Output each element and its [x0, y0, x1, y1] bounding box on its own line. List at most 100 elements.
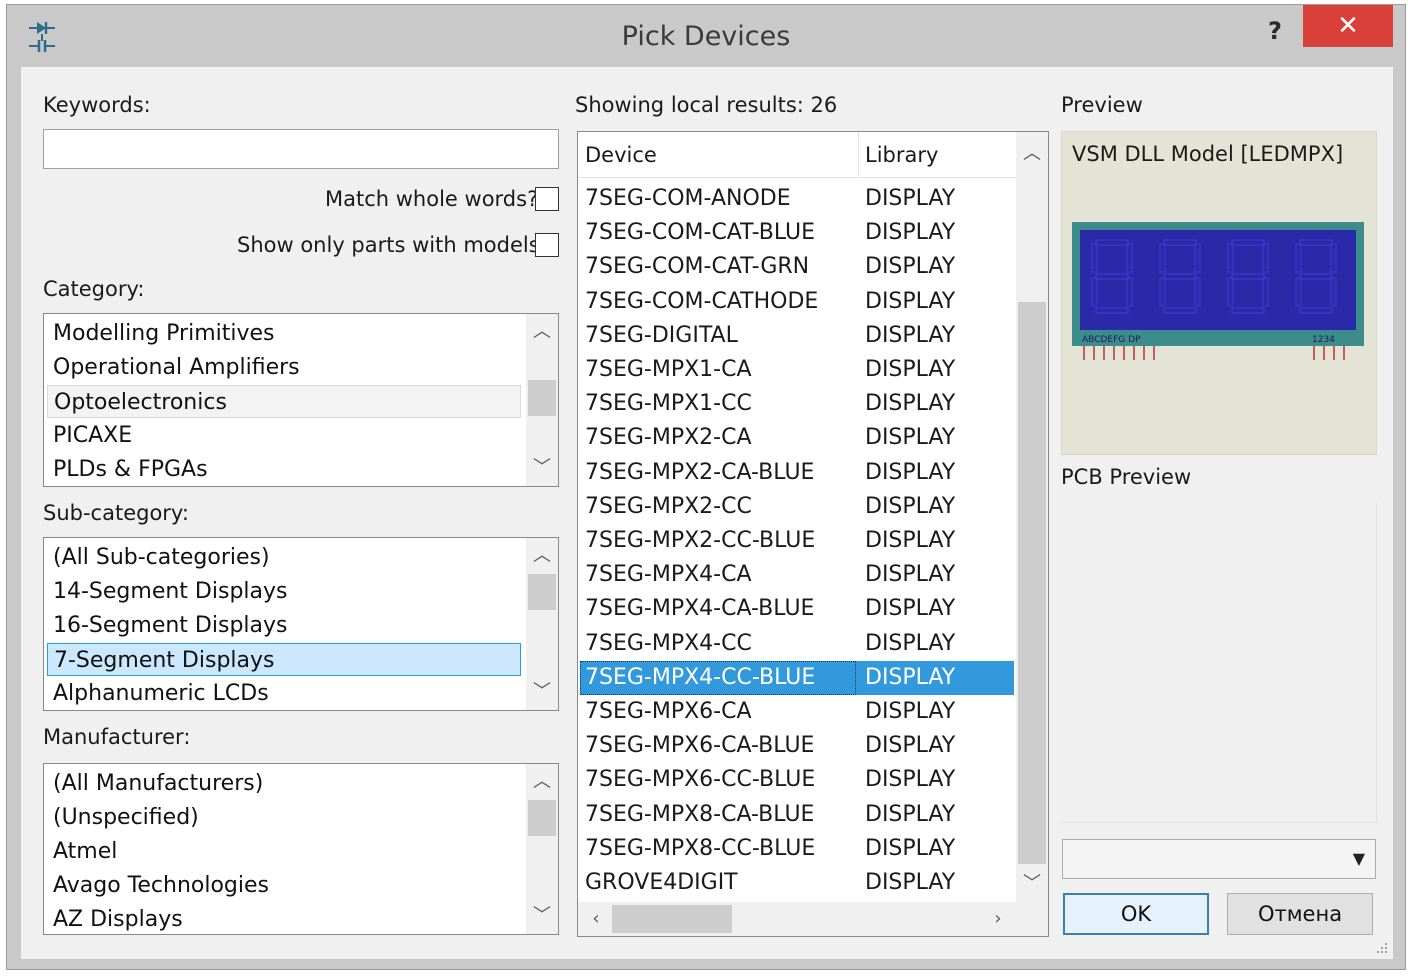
keywords-input[interactable] [43, 129, 559, 169]
device-row[interactable]: 7SEG-MPX6-CC-BLUE DISPLAY [580, 763, 1014, 797]
show-models-checkbox[interactable] [535, 233, 559, 257]
scroll-up-icon[interactable]: ︿ [526, 318, 558, 346]
list-item[interactable]: (All Sub-categories) [47, 541, 521, 574]
device-row-selected[interactable]: 7SEG-MPX4-CC-BLUE DISPLAY [580, 660, 1014, 695]
column-header-device[interactable]: Device [578, 132, 858, 178]
device-name-cell: 7SEG-MPX1-CC [585, 391, 752, 417]
category-scrollbar[interactable]: ︿ ﹀ [526, 314, 558, 486]
dialog-client-area: Keywords: Match whole words? Show only p… [21, 67, 1393, 959]
scroll-down-icon[interactable]: ﹀ [1016, 870, 1048, 898]
help-button[interactable]: ? [1255, 11, 1295, 51]
keywords-label: Keywords: [43, 93, 151, 117]
title-bar[interactable]: Pick Devices ? ✕ [7, 5, 1405, 67]
list-item[interactable]: Modelling Primitives [47, 317, 521, 350]
preview-label: Preview [1061, 93, 1143, 117]
scroll-down-icon[interactable]: ﹀ [526, 678, 558, 706]
scroll-up-icon[interactable]: ︿ [526, 768, 558, 796]
device-row[interactable]: 7SEG-MPX6-CA DISPLAY [580, 695, 1014, 729]
device-row[interactable]: 7SEG-COM-CATHODE DISPLAY [580, 285, 1014, 319]
scroll-thumb[interactable] [528, 574, 556, 610]
manufacturer-list[interactable]: (All Manufacturers) (Unspecified) Atmel … [43, 763, 559, 935]
dropdown-arrow-icon[interactable]: ▼ [1353, 849, 1365, 868]
device-name-cell: 7SEG-MPX2-CA-BLUE [585, 459, 815, 485]
window-title: Pick Devices [621, 21, 791, 52]
library-cell: DISPLAY [865, 357, 956, 382]
device-name-cell: 7SEG-MPX1-CA [585, 357, 752, 382]
device-vertical-scrollbar[interactable]: ︿ ﹀ [1016, 132, 1048, 902]
scroll-thumb[interactable] [612, 905, 732, 933]
scroll-left-icon[interactable]: ‹ [580, 905, 612, 933]
category-label: Category: [43, 277, 145, 301]
subcategory-scrollbar[interactable]: ︿ ﹀ [526, 538, 558, 710]
device-row[interactable]: 7SEG-MPX4-CA DISPLAY [580, 558, 1014, 592]
pin-label-digits: 1234 [1312, 335, 1335, 345]
device-row[interactable]: 7SEG-COM-CAT-BLUE DISPLAY [580, 216, 1014, 250]
device-row[interactable]: 7SEG-MPX2-CA DISPLAY [580, 421, 1014, 455]
column-header-library[interactable]: Library [858, 132, 1014, 178]
device-row[interactable]: 7SEG-MPX4-CA-BLUE DISPLAY [580, 592, 1014, 626]
scroll-thumb[interactable] [528, 380, 556, 416]
pick-devices-window: Pick Devices ? ✕ Keywords: Match whole w… [6, 4, 1406, 970]
list-item[interactable]: AZ Displays [47, 903, 521, 934]
device-results-list[interactable]: Device Library 7SEG-COM-ANODE DISPLAY 7SEG… [577, 131, 1049, 937]
list-item[interactable]: 14-Segment Displays [47, 575, 521, 608]
scroll-down-icon[interactable]: ﹀ [526, 902, 558, 930]
device-name-cell: 7SEG-MPX8-CA-BLUE [585, 801, 815, 827]
scroll-corner [1016, 902, 1048, 936]
list-item[interactable]: Operational Amplifiers [47, 351, 521, 384]
list-item[interactable]: (Unspecified) [47, 801, 521, 834]
scroll-thumb[interactable] [528, 800, 556, 836]
device-row[interactable]: 7SEG-MPX1-CA DISPLAY [580, 353, 1014, 387]
scroll-right-icon[interactable]: › [982, 905, 1014, 933]
list-item[interactable]: Atmel [47, 835, 521, 868]
device-name-cell: 7SEG-COM-CAT-BLUE [585, 220, 815, 246]
close-button[interactable]: ✕ [1303, 5, 1393, 47]
scroll-up-icon[interactable]: ︿ [526, 542, 558, 570]
library-cell: DISPLAY [865, 220, 956, 246]
list-item[interactable]: (All Manufacturers) [47, 767, 521, 800]
device-row[interactable]: 7SEG-MPX2-CC DISPLAY [580, 490, 1014, 524]
device-row[interactable]: 7SEG-MPX2-CC-BLUE DISPLAY [580, 524, 1014, 558]
device-name-cell: 7SEG-MPX2-CC [585, 493, 752, 519]
device-name-cell: 7SEG-MPX2-CC-BLUE [585, 528, 816, 553]
match-whole-words-checkbox[interactable] [535, 187, 559, 211]
device-row[interactable]: 7SEG-COM-CAT-GRN DISPLAY [580, 250, 1014, 284]
show-models-label: Show only parts with models? [237, 233, 551, 257]
list-item[interactable]: Alphanumeric LCDs [47, 677, 521, 710]
resize-grip-icon[interactable] [1373, 939, 1389, 955]
results-count-label: Showing local results: 26 [575, 93, 838, 117]
device-horizontal-scrollbar[interactable]: ‹ › [578, 902, 1016, 936]
list-item[interactable]: PLDs & FPGAs [47, 453, 521, 486]
library-cell: DISPLAY [865, 425, 956, 451]
subcategory-label: Sub-category: [43, 501, 189, 525]
subcategory-list[interactable]: (All Sub-categories) 14-Segment Displays… [43, 537, 559, 711]
scroll-down-icon[interactable]: ﹀ [526, 454, 558, 482]
device-row[interactable]: 7SEG-COM-ANODE DISPLAY [580, 182, 1014, 216]
pin-label-segments: ABCDEFG DP [1082, 335, 1141, 345]
package-select[interactable]: ▼ [1062, 839, 1376, 879]
list-item[interactable]: 16-Segment Displays [47, 609, 521, 642]
library-cell: DISPLAY [865, 562, 956, 588]
cancel-button[interactable]: Отмена [1227, 893, 1373, 935]
device-name-cell: 7SEG-COM-ANODE [585, 186, 791, 211]
list-item-selected[interactable]: Optoelectronics [47, 385, 521, 418]
list-item[interactable]: Avago Technologies [47, 869, 521, 902]
device-row[interactable]: GROVE4DIGIT DISPLAY [580, 866, 1014, 900]
device-row[interactable]: 7SEG-MPX8-CC-BLUE DISPLAY [580, 832, 1014, 866]
ok-button[interactable]: OK [1063, 893, 1209, 935]
device-row[interactable]: 7SEG-MPX1-CC DISPLAY [580, 387, 1014, 421]
model-text: VSM DLL Model [LEDMPX] [1072, 142, 1344, 166]
scroll-up-icon[interactable]: ︿ [1016, 140, 1048, 168]
device-name-cell: 7SEG-COM-CATHODE [585, 288, 819, 314]
device-row[interactable]: 7SEG-MPX6-CA-BLUE DISPLAY [580, 729, 1014, 763]
list-item[interactable]: PICAXE [47, 419, 521, 452]
manufacturer-label: Manufacturer: [43, 725, 191, 749]
device-row[interactable]: 7SEG-MPX2-CA-BLUE DISPLAY [580, 456, 1014, 490]
category-list[interactable]: Modelling Primitives Operational Amplifi… [43, 313, 559, 487]
list-item-selected[interactable]: 7-Segment Displays [47, 643, 521, 676]
scroll-thumb[interactable] [1018, 302, 1046, 864]
device-row[interactable]: 7SEG-MPX8-CA-BLUE DISPLAY [580, 798, 1014, 832]
device-row[interactable]: 7SEG-MPX4-CC DISPLAY [580, 627, 1014, 661]
manufacturer-scrollbar[interactable]: ︿ ﹀ [526, 764, 558, 934]
device-row[interactable]: 7SEG-DIGITAL DISPLAY [580, 319, 1014, 353]
